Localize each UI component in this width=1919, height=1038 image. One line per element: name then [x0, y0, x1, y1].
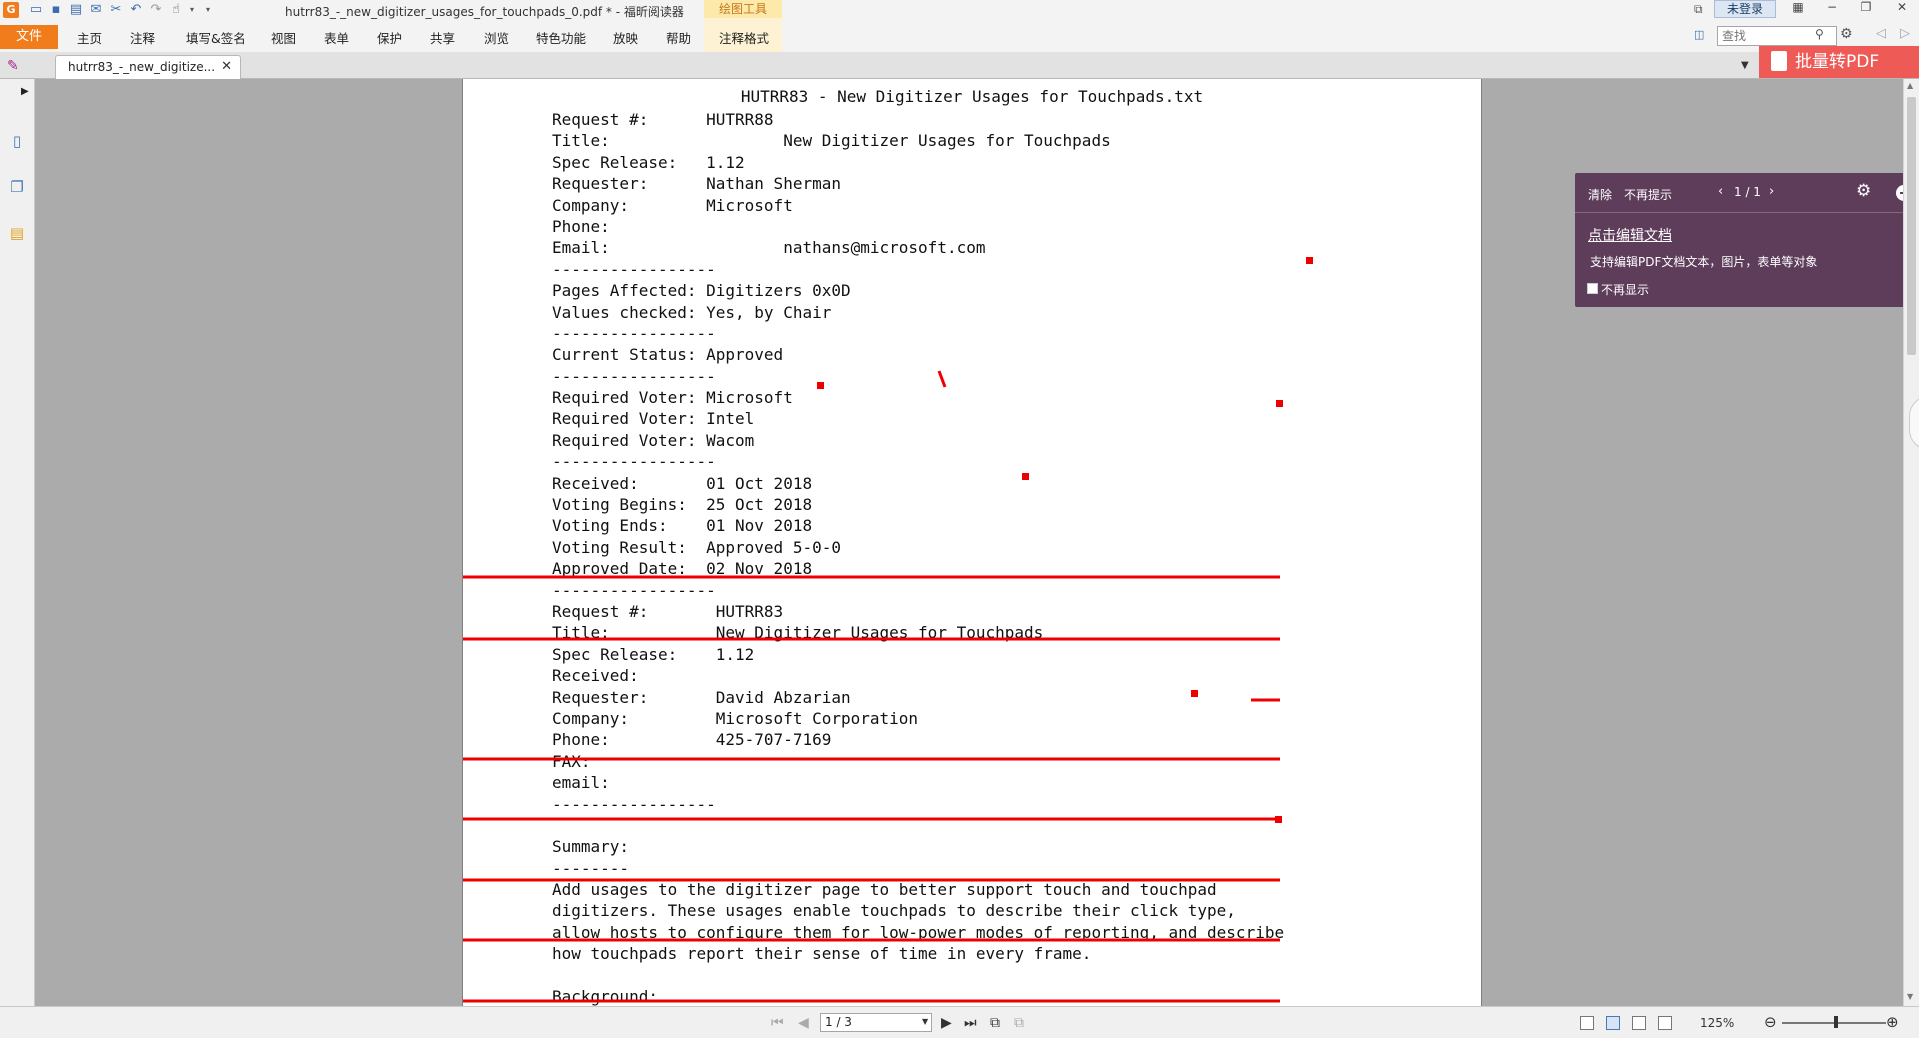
login-button[interactable]: 未登录	[1714, 0, 1776, 18]
open-folder-icon[interactable]: ▭	[28, 2, 44, 18]
title-bar: G ▭ ▪ ▤ ✉ ✂ ↶ ↷ ☝ ▾ ▾ hutrr83_-_new_digi…	[0, 0, 1919, 52]
no-prompt-button[interactable]: 不再提示	[1624, 186, 1672, 203]
pdf-app-icon: ✎	[7, 58, 19, 74]
ink-dot[interactable]	[1275, 816, 1282, 823]
email-icon[interactable]: ✉	[88, 2, 104, 18]
scroll-up-icon[interactable]: ▲	[1907, 81, 1913, 90]
minimize-icon[interactable]: −	[1822, 0, 1842, 16]
menu-share[interactable]: 共享	[430, 28, 455, 47]
quick-access-dropdown-icon[interactable]: ▾	[184, 2, 200, 18]
next-view-icon[interactable]: ⧉	[1014, 1015, 1024, 1031]
comments-panel-icon[interactable]: ▤	[8, 223, 26, 243]
close-window-icon[interactable]: ✕	[1892, 0, 1912, 16]
chevron-left-icon[interactable]: ‹	[1718, 184, 1723, 199]
single-page-view-icon[interactable]	[1580, 1016, 1594, 1030]
settings-gear-icon[interactable]: ⚙	[1840, 26, 1853, 42]
ink-dot[interactable]	[817, 382, 824, 389]
find-options-icon[interactable]: ◫	[1694, 28, 1704, 41]
scroll-down-icon[interactable]: ▼	[1907, 992, 1913, 1001]
edit-document-link[interactable]: 点击编辑文档	[1588, 225, 1672, 245]
menu-slideshow[interactable]: 放映	[613, 28, 638, 47]
customize-toolbar-icon[interactable]: ▾	[200, 2, 216, 18]
page-thumbnails-icon[interactable]: ❐	[8, 177, 26, 197]
pdf-page[interactable]: HUTRR83 - New Digitizer Usages for Touch…	[462, 79, 1482, 1006]
tab-list-dropdown-icon[interactable]: ▼	[1741, 60, 1749, 71]
status-bar: ⏮ ◀ 1 / 3 ▼ ▶ ⏭ ⧉ ⧉ 125% ⊖ ⊕	[0, 1006, 1919, 1038]
pencil-annotations[interactable]	[463, 79, 1482, 1006]
menu-view[interactable]: 视图	[271, 28, 296, 47]
print-icon[interactable]: ▤	[68, 2, 84, 18]
menu-annotation-format[interactable]: 注释格式	[719, 28, 769, 47]
facing-view-icon[interactable]	[1632, 1016, 1646, 1030]
chevron-right-icon[interactable]: ›	[1769, 184, 1774, 199]
ink-stroke[interactable]	[937, 370, 947, 388]
previous-page-icon[interactable]: ◀	[798, 1015, 809, 1031]
continuous-view-icon[interactable]	[1606, 1016, 1620, 1030]
menu-fill-sign[interactable]: 填写&签名	[186, 28, 246, 47]
zoom-slider-thumb[interactable]	[1834, 1016, 1838, 1028]
app-logo-icon[interactable]: G	[3, 2, 19, 18]
page-dropdown-icon[interactable]: ▼	[922, 1017, 928, 1026]
tip-page-indicator: 1 / 1	[1734, 185, 1761, 199]
menu-comment[interactable]: 注释	[130, 28, 155, 47]
vertical-scrollbar[interactable]: ▲ ▼	[1903, 79, 1919, 1006]
clear-button[interactable]: 清除	[1588, 186, 1612, 203]
zoom-level[interactable]: 125%	[1700, 1016, 1734, 1030]
tip-description: 支持编辑PDF文档文本，图片，表单等对象	[1590, 255, 1818, 269]
menu-protect[interactable]: 保护	[377, 28, 402, 47]
skin-icon[interactable]: ⧉	[1694, 2, 1703, 17]
drawing-tools-context-tab[interactable]: 绘图工具	[704, 0, 782, 18]
dont-show-checkbox[interactable]	[1587, 283, 1598, 294]
save-icon[interactable]: ▪	[48, 2, 64, 18]
ink-dot[interactable]	[1276, 400, 1283, 407]
window-title: hutrr83_-_new_digitizer_usages_for_touch…	[285, 5, 684, 19]
document-tab-bar: ✎ hutrr83_-_new_digitize... ✕ ▼	[0, 52, 1919, 79]
layout-icon[interactable]: ▦	[1788, 0, 1808, 16]
document-tab[interactable]: hutrr83_-_new_digitize... ✕	[55, 55, 241, 79]
snapshot-icon[interactable]: ✂	[108, 2, 124, 18]
zoom-in-icon[interactable]: ⊕	[1886, 1013, 1899, 1031]
pdf-document-icon	[1771, 51, 1787, 71]
red-ink-strokes[interactable]	[463, 257, 1313, 1003]
document-tab-label: hutrr83_-_new_digitize...	[68, 60, 216, 74]
menu-home[interactable]: 主页	[77, 28, 102, 47]
zoom-out-icon[interactable]: ⊖	[1764, 1013, 1777, 1031]
continuous-facing-view-icon[interactable]	[1658, 1016, 1672, 1030]
document-viewport: HUTRR83 - New Digitizer Usages for Touch…	[36, 79, 1903, 1006]
scrollbar-thumb[interactable]	[1907, 97, 1916, 355]
next-page-icon[interactable]: ▶	[941, 1015, 952, 1031]
ink-dot[interactable]	[1306, 257, 1313, 264]
undo-icon[interactable]: ↶	[128, 2, 144, 18]
gear-icon[interactable]: ⚙	[1856, 181, 1871, 201]
page-number-input[interactable]: 1 / 3	[820, 1013, 932, 1032]
first-page-icon[interactable]: ⏮	[771, 1015, 784, 1031]
ink-dot[interactable]	[1022, 473, 1029, 480]
menu-help[interactable]: 帮助	[666, 28, 691, 47]
navigation-sidebar: ▶ ▯ ❐ ▤	[0, 79, 35, 1006]
expand-sidebar-icon[interactable]: ▶	[21, 86, 29, 97]
menu-form[interactable]: 表单	[324, 28, 349, 47]
bookmark-panel-icon[interactable]: ▯	[8, 131, 26, 151]
menu-browse[interactable]: 浏览	[484, 28, 509, 47]
batch-convert-pdf-label: 批量转PDF	[1795, 52, 1880, 72]
close-tab-icon[interactable]: ✕	[221, 59, 232, 74]
edit-tip-panel: 清除 不再提示 ‹ 1 / 1 › ⚙ 点击编辑文档 支持编辑PDF文档文本，图…	[1575, 173, 1903, 307]
back-arrow-icon[interactable]: ◁	[1876, 26, 1886, 41]
last-page-icon[interactable]: ⏭	[964, 1015, 977, 1031]
previous-view-icon[interactable]: ⧉	[990, 1015, 1000, 1031]
dont-show-label: 不再显示	[1601, 283, 1650, 297]
menu-features[interactable]: 特色功能	[536, 28, 586, 47]
restore-icon[interactable]: ❐	[1856, 0, 1876, 16]
tip-panel-header: 清除 不再提示 ‹ 1 / 1 › ⚙	[1575, 173, 1903, 213]
minimize-panel-icon[interactable]	[1896, 185, 1903, 201]
menu-file[interactable]: 文件	[0, 25, 58, 49]
search-icon[interactable]: ⚲	[1815, 27, 1824, 41]
ink-dot[interactable]	[1191, 690, 1198, 697]
batch-convert-pdf-button[interactable]: 批量转PDF	[1759, 46, 1919, 78]
forward-arrow-icon[interactable]: ▷	[1900, 26, 1910, 41]
hand-tool-icon[interactable]: ☝	[168, 2, 184, 18]
redo-icon[interactable]: ↷	[148, 2, 164, 18]
